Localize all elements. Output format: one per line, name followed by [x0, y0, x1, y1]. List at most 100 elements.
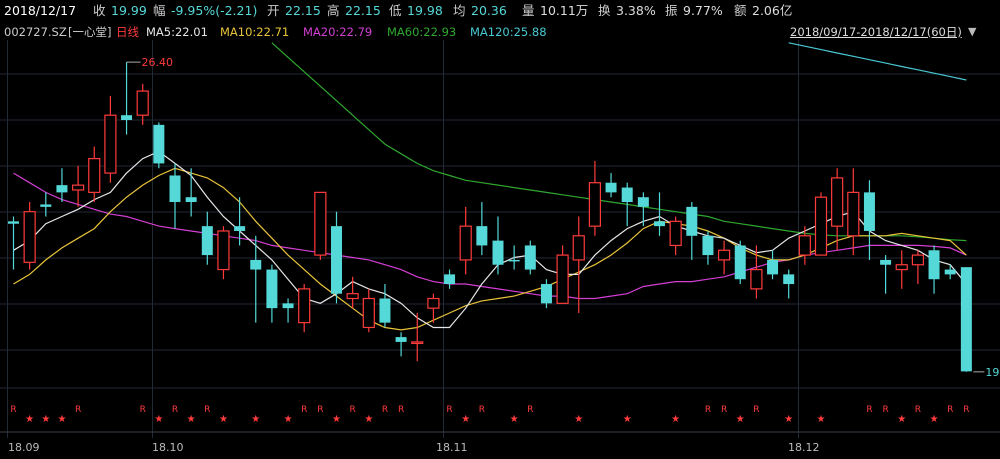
signal-marker: R [204, 405, 210, 415]
signal-marker: ★ [736, 414, 745, 425]
candle-body [8, 221, 19, 224]
signal-marker: ★ [251, 414, 260, 425]
signal-marker: ★ [897, 414, 906, 425]
signal-marker: R [301, 405, 307, 415]
signal-marker: ★ [284, 414, 293, 425]
signal-marker: ★ [671, 414, 680, 425]
candle-body [104, 114, 117, 174]
candle-body [71, 184, 85, 191]
candle-body [654, 221, 665, 227]
candle-body [88, 158, 101, 193]
low-price-label: 19.98 [985, 366, 1000, 379]
candle-body [880, 259, 892, 265]
signal-marker: R [721, 405, 727, 415]
candle-body [136, 90, 149, 116]
candle-body [23, 211, 36, 263]
candle-body [621, 187, 633, 203]
high-price-label: 26.40 [142, 56, 174, 69]
signal-marker: R [398, 405, 404, 415]
candle-body [346, 293, 359, 300]
candle-body [444, 274, 456, 285]
candle-body [56, 185, 68, 193]
candle-body [250, 259, 262, 270]
signal-marker: ★ [187, 414, 196, 425]
candle-body [40, 204, 52, 207]
signal-marker: R [317, 405, 323, 415]
candle-body [767, 259, 779, 275]
candle-body [734, 245, 746, 280]
candle-body [686, 206, 698, 236]
candle-body [508, 259, 520, 262]
candle-body [702, 235, 714, 256]
signal-marker: ★ [154, 414, 163, 425]
candle-body [427, 297, 440, 309]
candle-body [750, 268, 763, 290]
candle-body [314, 191, 327, 256]
candle-body [379, 298, 391, 323]
candle-body [556, 254, 569, 304]
candle-body [476, 226, 488, 246]
candle-body [217, 230, 230, 271]
candle-body [572, 235, 585, 261]
candle-body [783, 274, 795, 285]
candle-body [798, 235, 811, 256]
signal-marker: ★ [510, 414, 519, 425]
candle-body [928, 250, 940, 280]
signal-marker: ★ [332, 414, 341, 425]
candle-body [863, 192, 875, 231]
x-tick-label: 18.12 [788, 441, 820, 454]
candle-body [185, 197, 197, 203]
signal-marker: R [446, 405, 452, 415]
candle-body [362, 297, 375, 329]
signal-marker: ★ [364, 414, 373, 425]
signal-marker: R [527, 405, 533, 415]
candle-body [459, 225, 472, 261]
signal-marker: ★ [461, 414, 470, 425]
signal-marker: ★ [930, 414, 939, 425]
candle-body [847, 191, 860, 237]
candle-body [121, 115, 133, 121]
signal-marker: R [963, 405, 969, 415]
x-tick-label: 18.10 [152, 441, 184, 454]
signal-marker: ★ [784, 414, 793, 425]
candle-body [588, 182, 602, 227]
candle-body [895, 264, 908, 271]
x-tick-label: 18.11 [436, 441, 468, 454]
signal-marker: ★ [25, 414, 34, 425]
candle-body [234, 226, 246, 231]
candle-body [395, 337, 407, 342]
candle-body [831, 177, 844, 227]
signal-marker: R [947, 405, 953, 415]
candle-body [524, 245, 536, 270]
signal-marker: R [382, 405, 388, 415]
candle-body [605, 182, 617, 193]
candle-body [266, 269, 278, 309]
signal-marker: R [350, 405, 356, 415]
candle-body [201, 226, 213, 256]
candlestick-chart: 26.4019.98R★★★RR★R★R★★★RR★R★RRR★R★R★★★RR… [0, 40, 1000, 438]
signal-marker: R [75, 405, 81, 415]
candle-body [169, 175, 181, 203]
signal-marker: R [753, 405, 759, 415]
signal-marker: R [915, 405, 921, 415]
signal-marker: R [10, 405, 16, 415]
candle-body [540, 284, 552, 304]
x-tick-label: 18.09 [8, 441, 40, 454]
candle-body [637, 197, 649, 207]
signal-marker: R [140, 405, 146, 415]
signal-marker: R [866, 405, 872, 415]
signal-marker: R [172, 405, 178, 415]
signal-marker: ★ [41, 414, 50, 425]
candle-body [717, 249, 731, 261]
candle-body [282, 303, 294, 309]
signal-marker: R [705, 405, 711, 415]
signal-marker: ★ [817, 414, 826, 425]
candle-body [814, 196, 828, 256]
candle-body [411, 341, 424, 345]
signal-marker: ★ [574, 414, 583, 425]
signal-marker: R [479, 405, 485, 415]
signal-marker: ★ [623, 414, 632, 425]
signal-marker: R [882, 405, 888, 415]
candle-body [298, 288, 311, 324]
candle-body [153, 124, 165, 164]
